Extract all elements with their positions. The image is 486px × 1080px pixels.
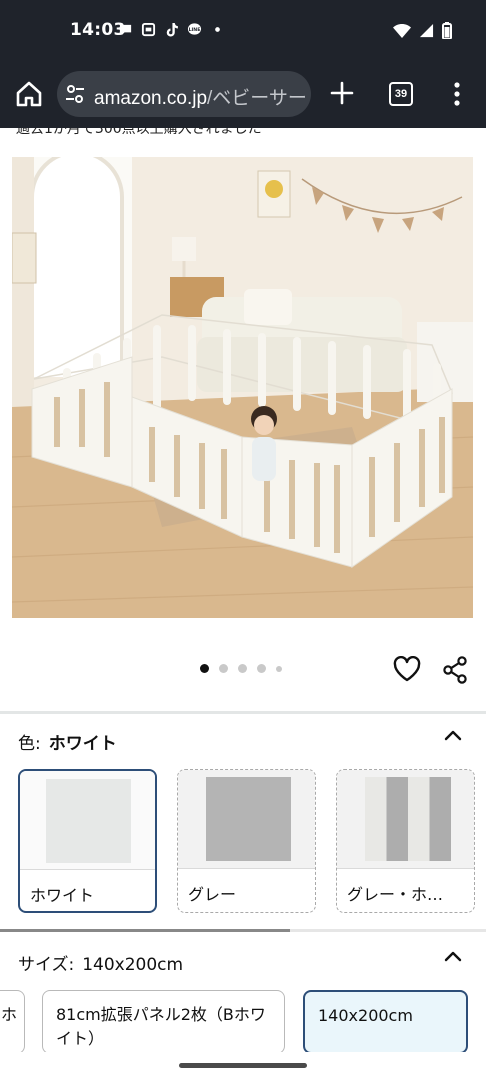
- size-value: 140x200cm: [82, 955, 184, 975]
- more-menu-icon[interactable]: [446, 81, 468, 107]
- url-domain: amazon.co.jp: [94, 88, 208, 109]
- chevron-up-icon[interactable]: [443, 949, 463, 963]
- size-option[interactable]: ホ: [0, 990, 25, 1054]
- size-option[interactable]: 81cm拡張パネル2枚（Bホワイト）: [42, 990, 285, 1054]
- carousel-dot[interactable]: [200, 664, 209, 673]
- tab-switcher-button[interactable]: 39: [389, 82, 413, 106]
- size-option-label: ホ: [1, 1005, 18, 1024]
- swatch-image: [20, 771, 155, 870]
- new-tab-icon[interactable]: [329, 80, 355, 106]
- gesture-nav-handle[interactable]: [179, 1063, 307, 1068]
- size-option-label: 140x200cm: [318, 1006, 413, 1025]
- swatch-label: グレー・ホ…: [347, 885, 444, 904]
- color-option-gray-white[interactable]: グレー・ホ…: [336, 769, 475, 913]
- url-bar[interactable]: amazon.co.jp/ベビーサー: [57, 71, 311, 117]
- status-bar: 14:03 LINE: [0, 0, 486, 60]
- swatch-color-gray: [206, 777, 291, 861]
- color-value: ホワイト: [48, 734, 117, 754]
- swatch-color-white: [46, 779, 131, 863]
- system-icons: [393, 22, 452, 39]
- color-option-white[interactable]: ホワイト: [18, 769, 157, 913]
- swatch-image: [178, 770, 315, 869]
- color-option-gray[interactable]: グレー: [177, 769, 316, 913]
- color-selection-header: 色: ホワイト: [18, 729, 117, 754]
- line-icon: LINE: [187, 23, 202, 35]
- swatch-image: [337, 770, 474, 869]
- site-settings-icon[interactable]: [65, 84, 85, 104]
- size-option-selected[interactable]: 140x200cm: [303, 990, 468, 1054]
- swatch-color-gray-white: [365, 777, 451, 861]
- tiktok-icon: [166, 22, 178, 37]
- swatch-label: ホワイト: [30, 886, 95, 905]
- dot-icon: [215, 27, 220, 32]
- chat-bubble-icon: [119, 24, 132, 36]
- promo-text-container: 過去1か月で300点以上購入されました: [0, 128, 486, 138]
- home-icon[interactable]: [14, 79, 44, 109]
- gallery-icon: [141, 22, 156, 37]
- battery-icon: [442, 22, 452, 39]
- signal-icon: [419, 23, 434, 38]
- section-divider: [0, 711, 486, 714]
- url-text: amazon.co.jp/ベビーサー: [94, 83, 307, 110]
- share-icon[interactable]: [442, 656, 468, 684]
- svg-text:LINE: LINE: [189, 27, 201, 33]
- wifi-icon: [393, 23, 411, 38]
- promo-text: 過去1か月で300点以上購入されました: [16, 128, 262, 137]
- chevron-up-icon[interactable]: [443, 728, 463, 742]
- heart-icon[interactable]: [393, 656, 421, 682]
- size-selection-header: サイズ: 140x200cm: [18, 950, 183, 975]
- product-image[interactable]: [12, 157, 473, 618]
- carousel-dot[interactable]: [238, 664, 247, 673]
- size-option-label: 81cm拡張パネル2枚（Bホワイト）: [56, 1005, 266, 1048]
- size-label: サイズ:: [18, 955, 75, 975]
- carousel-dot[interactable]: [276, 665, 282, 672]
- carousel-dot[interactable]: [219, 664, 228, 673]
- image-carousel-dots[interactable]: [200, 664, 282, 673]
- color-label: 色:: [18, 734, 41, 754]
- playpen-illustration: [12, 157, 473, 618]
- url-path: /ベビーサー: [207, 88, 307, 109]
- carousel-dot[interactable]: [257, 664, 266, 673]
- notification-icons: LINE: [118, 22, 225, 37]
- swatch-label: グレー: [188, 885, 237, 904]
- browser-toolbar: amazon.co.jp/ベビーサー 39: [0, 60, 486, 128]
- swatch-scroll-thumb[interactable]: [0, 929, 290, 932]
